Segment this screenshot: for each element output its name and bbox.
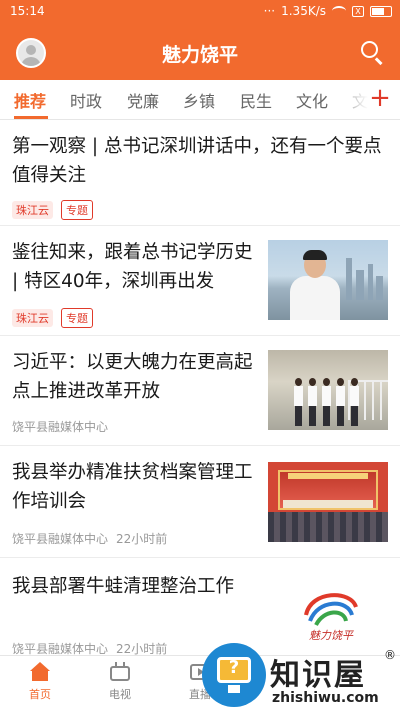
news-thumbnail — [268, 350, 388, 430]
photo-figure — [294, 378, 303, 426]
status-time: 15:14 — [10, 4, 45, 18]
news-meta: 珠江云 专题 — [12, 308, 93, 328]
category-tabs: 推荐 时政 党廉 乡镇 民生 文化 文 + — [0, 80, 400, 120]
active-tab-indicator — [14, 116, 48, 119]
search-icon — [361, 41, 378, 58]
search-button[interactable] — [358, 38, 386, 66]
question-mark-icon: ? — [228, 657, 240, 678]
news-item[interactable]: 鉴往知来，跟着总书记学历史 | 特区40年，深圳再出发 珠江云 专题 — [0, 226, 400, 336]
watermark-url: zhishiwu.com — [272, 690, 379, 706]
tab-towns[interactable]: 乡镇 — [183, 88, 215, 112]
special-tag: 专题 — [61, 200, 93, 220]
logo-text: 魅力饶平 — [309, 629, 353, 642]
monitor-stand — [228, 685, 240, 693]
portrait-hair — [303, 250, 327, 260]
app-header: 魅力饶平 — [0, 24, 400, 80]
news-item[interactable]: 我县举办精准扶贫档案管理工作培训会 饶平县融媒体中心 22小时前 — [0, 446, 400, 558]
news-title: 第一观察 | 总书记深圳讲话中，还有一个要点值得关注 — [12, 136, 382, 186]
photo-figure — [322, 378, 331, 426]
tab-party[interactable]: 党廉 — [127, 88, 159, 112]
portrait-figure — [290, 250, 340, 320]
battery-icon — [370, 5, 392, 17]
news-time: 22小时前 — [116, 532, 168, 546]
news-meta: 饶平县融媒体中心 22小时前 — [12, 530, 167, 547]
nav-label: 首页 — [29, 688, 51, 701]
tv-icon — [109, 662, 131, 682]
city-tower — [346, 258, 352, 300]
tab-fade — [328, 80, 368, 118]
photo-audience — [268, 512, 388, 542]
photo-figure — [308, 378, 317, 426]
source-tag: 珠江云 — [12, 309, 53, 327]
news-item[interactable]: 习近平：以更大魄力在更高起点上推进改革开放 饶平县融媒体中心 — [0, 336, 400, 446]
news-source: 饶平县融媒体中心 — [12, 420, 109, 434]
nav-home[interactable]: 首页 — [10, 662, 70, 702]
signal-icon: ··· — [263, 4, 276, 18]
tab-recommend[interactable]: 推荐 — [14, 88, 46, 112]
watermark-registered-mark: ® — [384, 648, 396, 662]
news-meta: 珠江云 专题 — [12, 200, 93, 220]
home-icon — [29, 662, 51, 682]
add-tab-button[interactable]: + — [368, 84, 392, 112]
special-tag: 专题 — [61, 308, 93, 328]
news-title: 习近平：以更大魄力在更高起点上推进改革开放 — [12, 352, 253, 402]
photo-banner — [288, 473, 368, 479]
photo-figure — [336, 378, 345, 426]
nav-tv[interactable]: 电视 — [90, 662, 150, 702]
news-source: 饶平县融媒体中心 — [12, 532, 109, 546]
news-title: 我县部署牛蛙清理整治工作 — [12, 576, 235, 597]
city-tower — [368, 264, 373, 300]
wifi-icon — [332, 6, 346, 16]
city-tower — [376, 276, 383, 300]
news-thumbnail — [268, 462, 388, 542]
tab-politics[interactable]: 时政 — [70, 88, 102, 112]
watermark-text: 知识屋 — [270, 658, 366, 693]
sim-icon: X — [352, 5, 364, 17]
city-tower — [356, 270, 364, 300]
news-item[interactable]: 第一观察 | 总书记深圳讲话中，还有一个要点值得关注 珠江云 专题 — [0, 120, 400, 226]
photo-table — [283, 500, 373, 508]
channel-logo: 魅力饶平 — [296, 585, 366, 645]
status-right: ··· 1.35K/s X — [264, 4, 392, 18]
tab-culture[interactable]: 文化 — [296, 88, 328, 112]
news-title: 鉴往知来，跟着总书记学历史 | 特区40年，深圳再出发 — [12, 242, 253, 292]
news-meta: 饶平县融媒体中心 — [12, 418, 108, 435]
app-title: 魅力饶平 — [161, 44, 238, 66]
news-thumbnail — [268, 240, 388, 320]
search-icon-handle — [375, 57, 383, 65]
news-title: 我县举办精准扶贫档案管理工作培训会 — [12, 462, 253, 512]
portrait-shirt — [290, 276, 340, 320]
tab-livelihood[interactable]: 民生 — [240, 88, 272, 112]
watermark-icon: ? — [202, 643, 266, 707]
nav-label: 电视 — [109, 688, 131, 701]
status-bar: 15:14 ··· 1.35K/s X — [0, 0, 400, 24]
photo-figure — [350, 378, 359, 426]
source-tag: 珠江云 — [12, 201, 53, 219]
network-speed: 1.35K/s — [281, 4, 326, 18]
